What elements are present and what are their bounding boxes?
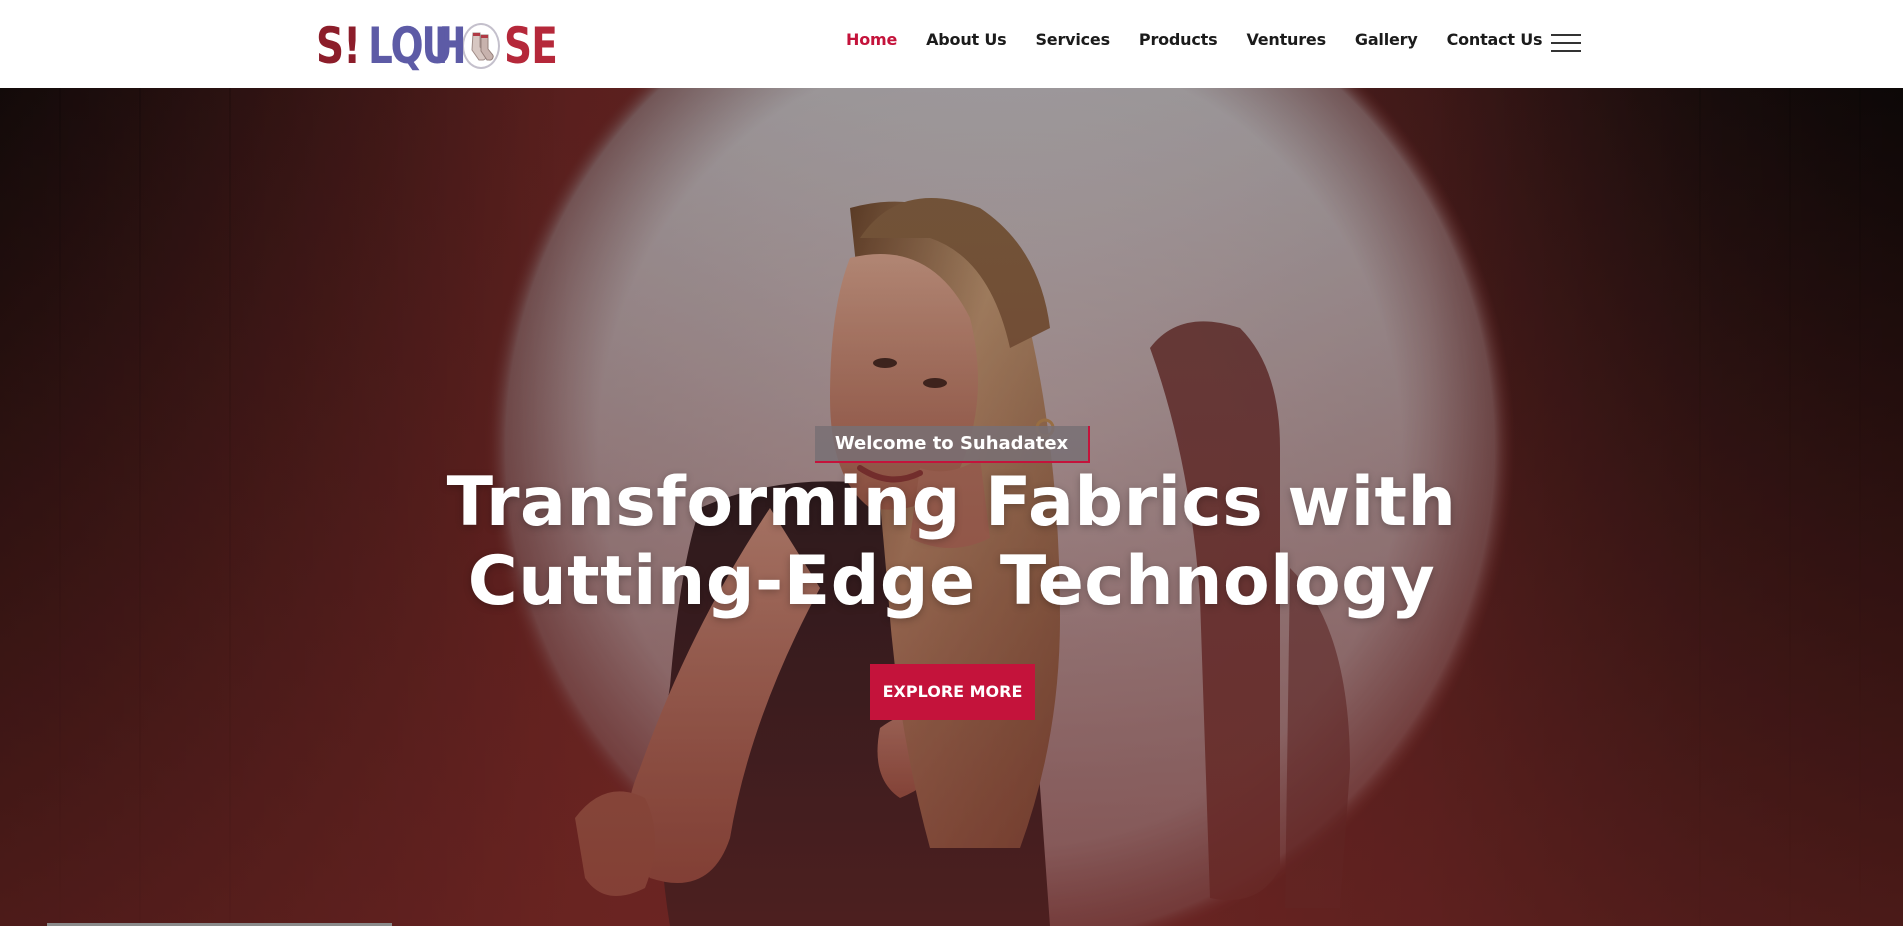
nav-item-products[interactable]: Products (1139, 30, 1218, 49)
nav-item-ventures[interactable]: Ventures (1246, 30, 1326, 49)
nav-item-services[interactable]: Services (1035, 30, 1110, 49)
nav-item-gallery[interactable]: Gallery (1355, 30, 1418, 49)
hero-headline-line2: Cutting-Edge Technology (467, 542, 1436, 621)
logo-text-part3: H (434, 17, 467, 75)
site-header: S! LQU H SE Home About Us Services Produ… (0, 0, 1903, 88)
nav-item-home[interactable]: Home (846, 30, 897, 49)
hero-content: Welcome to Suhadatex Transforming Fabric… (0, 88, 1903, 926)
logo-text-part2: LQU (368, 19, 453, 73)
logo-text-part4: SE (504, 17, 558, 75)
logo-text-part1: S! (316, 17, 361, 75)
hamburger-menu-icon[interactable] (1551, 34, 1581, 54)
nav-item-about-us[interactable]: About Us (926, 30, 1007, 49)
nav-item-contact-us[interactable]: Contact Us (1447, 30, 1543, 49)
hero-headline-line1: Transforming Fabrics with (446, 463, 1457, 542)
hero-headline: Transforming Fabrics with Cutting-Edge T… (380, 463, 1523, 621)
hero-eyebrow-label: Welcome to Suhadatex (815, 426, 1090, 463)
explore-more-button[interactable]: EXPLORE MORE (870, 664, 1035, 720)
socks-icon (462, 23, 500, 69)
main-nav: Home About Us Services Products Ventures… (846, 30, 1543, 49)
site-logo[interactable]: S! LQU H SE (316, 17, 558, 75)
hero-section: Welcome to Suhadatex Transforming Fabric… (0, 88, 1903, 926)
